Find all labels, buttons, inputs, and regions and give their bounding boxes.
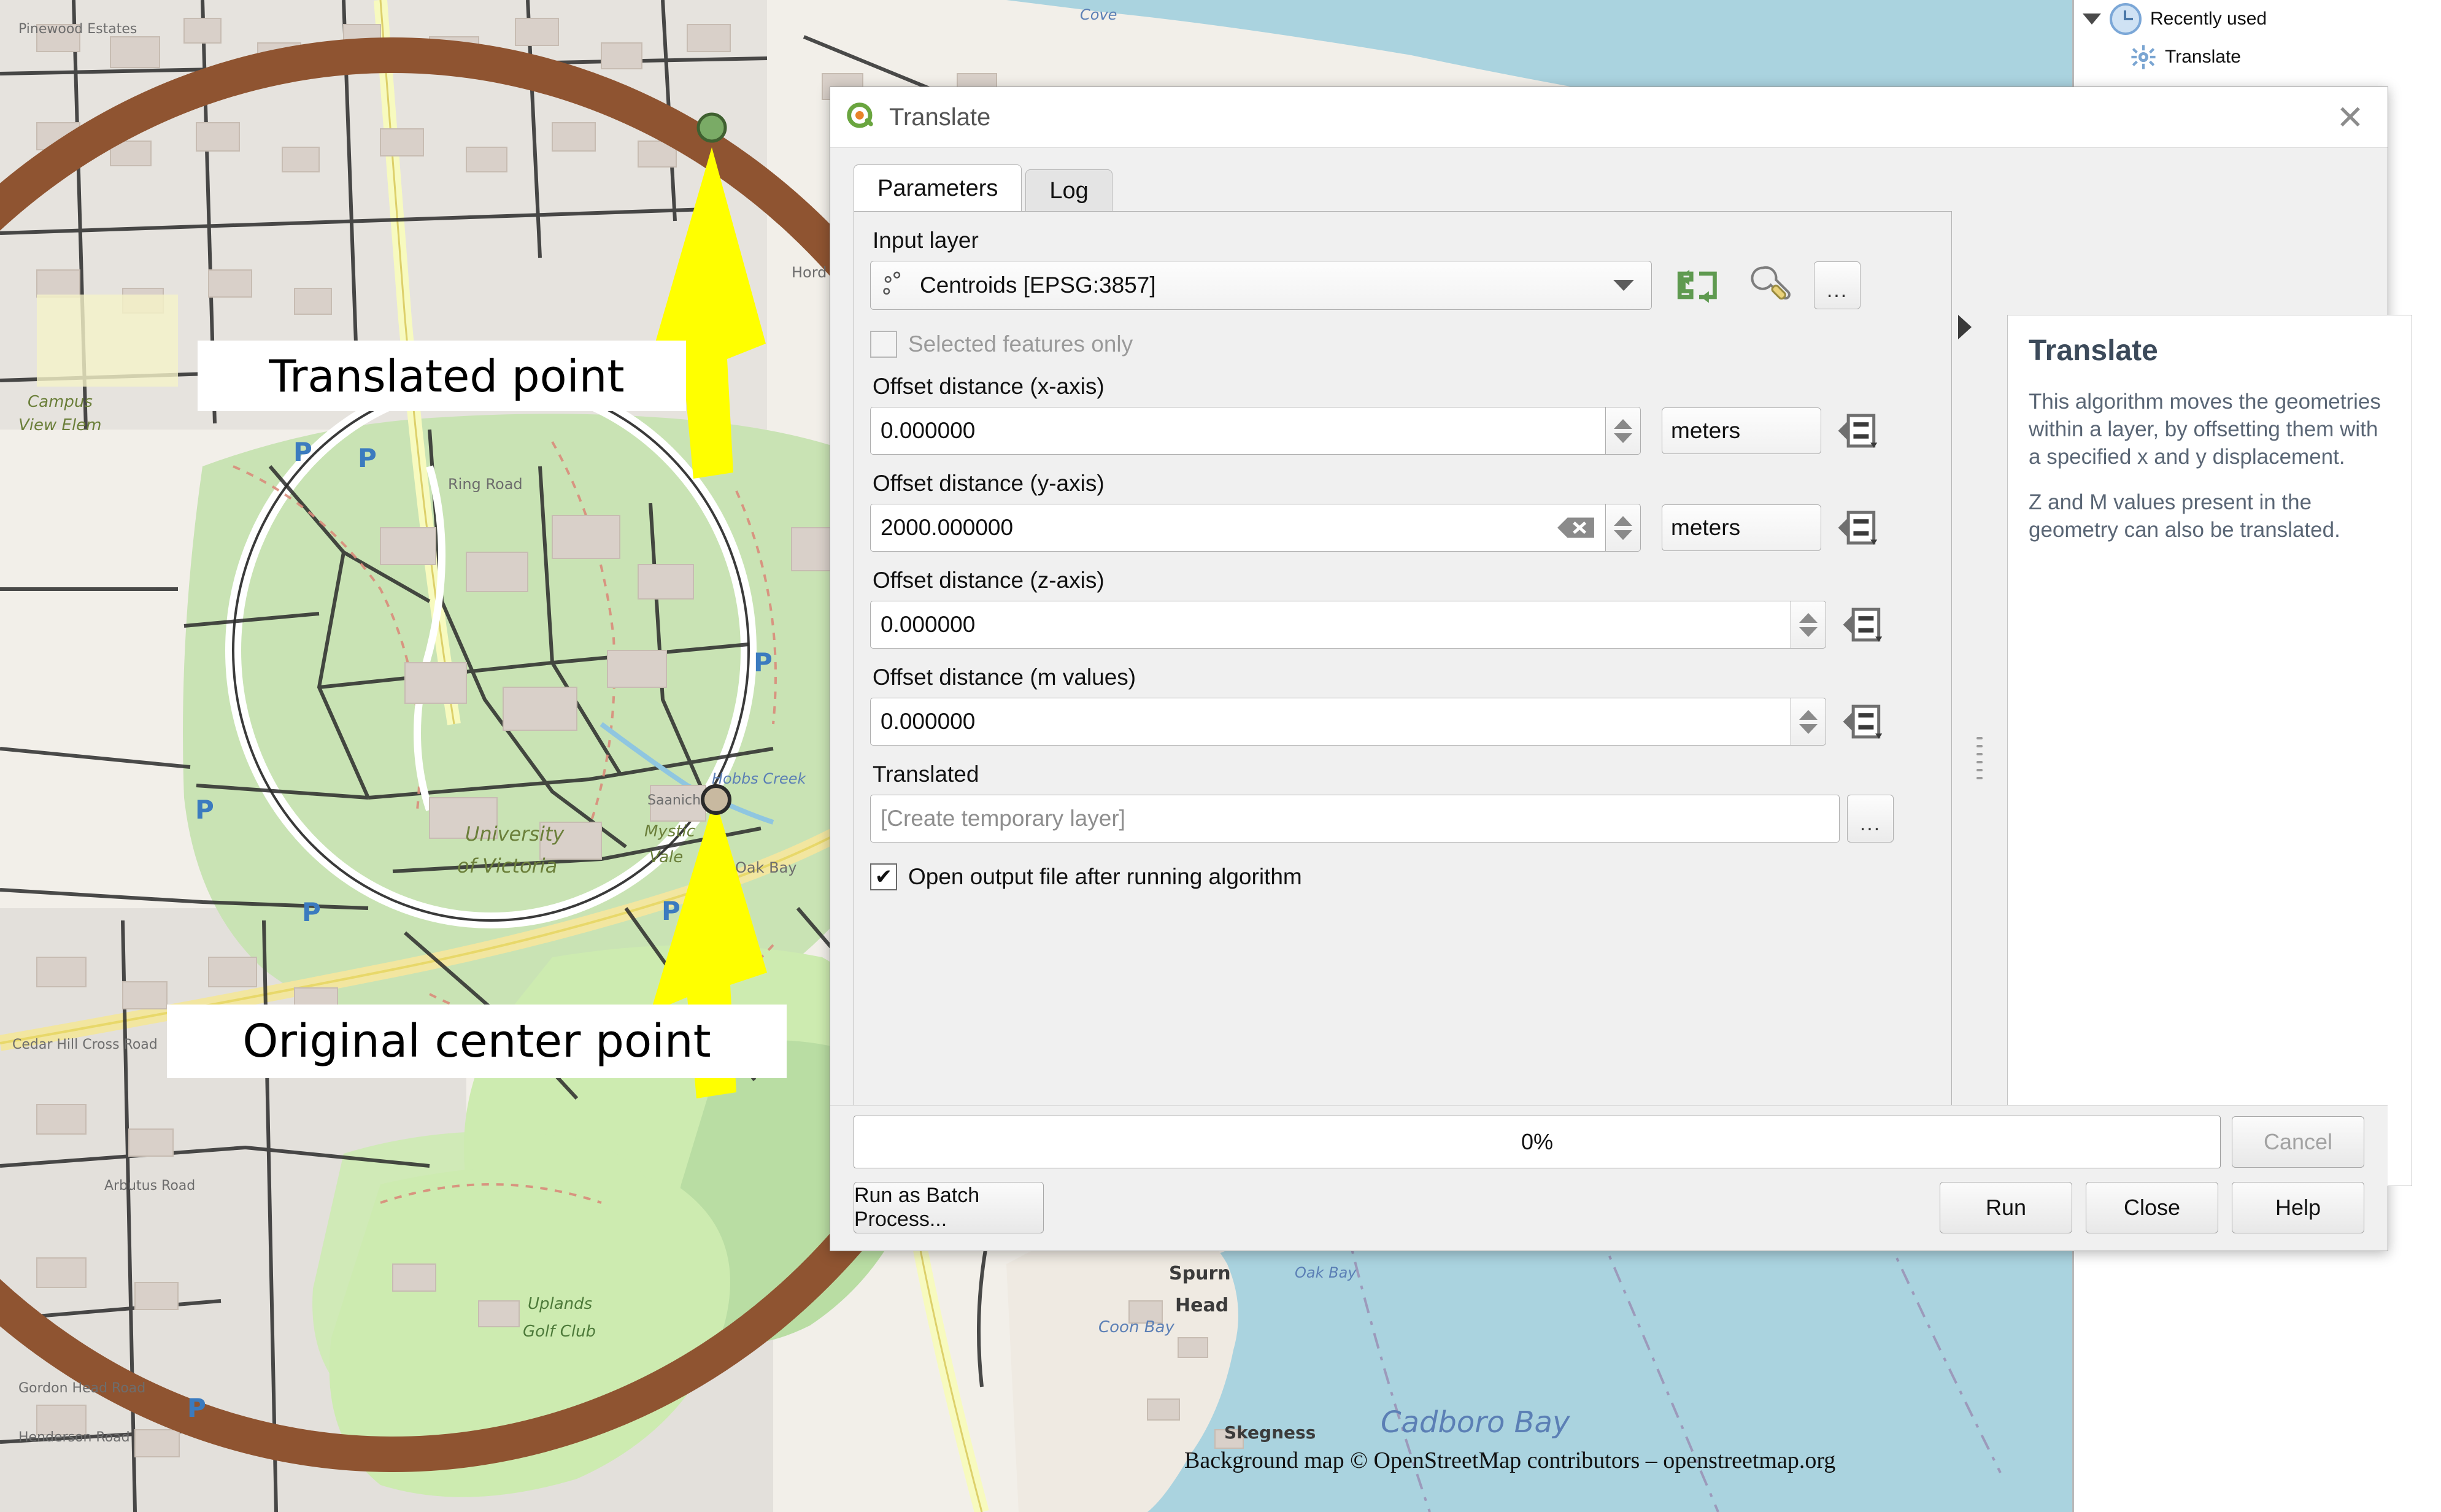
dialog-titlebar: Translate ✕ bbox=[830, 87, 2388, 148]
offset-x-stepper[interactable] bbox=[1605, 407, 1641, 455]
offset-m-row: 0.000000 bbox=[870, 698, 1933, 746]
offset-m-label: Offset distance (m values) bbox=[873, 665, 1933, 690]
original-point-marker bbox=[703, 786, 730, 813]
offset-x-unit-value: meters bbox=[1671, 418, 1812, 444]
translated-point-marker bbox=[698, 114, 725, 141]
open-output-row[interactable]: ✔ Open output file after running algorit… bbox=[870, 863, 1933, 890]
offset-x-unit-combo[interactable]: meters bbox=[1662, 407, 1821, 454]
offset-z-input[interactable]: 0.000000 bbox=[870, 601, 1791, 649]
parameters-pane: Parameters Log Input layer Centroids [EP… bbox=[830, 148, 1952, 1167]
input-layer-row: Centroids [EPSG:3857] ... bbox=[870, 261, 1933, 310]
offset-y-stepper[interactable] bbox=[1605, 504, 1641, 552]
description-paragraph-2: Z and M values present in the geometry c… bbox=[2029, 489, 2391, 544]
translate-dialog[interactable]: Translate ✕ Parameters Log Input layer bbox=[830, 87, 2388, 1251]
offset-z-row: 0.000000 bbox=[870, 601, 1933, 649]
offset-y-unit-value: meters bbox=[1671, 515, 1812, 541]
refresh-icon[interactable] bbox=[1673, 264, 1726, 307]
collapse-panel-icon[interactable] bbox=[1958, 315, 1972, 339]
input-layer-browse-button[interactable]: ... bbox=[1814, 261, 1861, 309]
close-button[interactable]: Close bbox=[2086, 1182, 2218, 1233]
offset-m-stepper[interactable] bbox=[1791, 698, 1826, 746]
toolbox-item-translate[interactable]: Translate bbox=[2074, 38, 2441, 76]
clear-icon[interactable] bbox=[1557, 514, 1595, 541]
selected-features-row[interactable]: Selected features only bbox=[870, 331, 1933, 358]
chevron-down-icon[interactable] bbox=[2083, 14, 2101, 25]
input-layer-combo[interactable]: Centroids [EPSG:3857] bbox=[870, 261, 1652, 310]
offset-m-input[interactable]: 0.000000 bbox=[870, 698, 1791, 746]
help-button[interactable]: Help bbox=[2232, 1182, 2364, 1233]
progress-bar: 0% bbox=[854, 1116, 2221, 1168]
qgis-logo-icon bbox=[846, 102, 877, 133]
run-as-batch-process-button[interactable]: Run as Batch Process... bbox=[854, 1182, 1044, 1233]
clock-icon bbox=[2110, 3, 2142, 35]
offset-y-value: 2000.000000 bbox=[881, 515, 1013, 541]
gear-icon bbox=[2131, 44, 2156, 70]
selected-features-label: Selected features only bbox=[908, 331, 1133, 357]
offset-x-row: 0.000000 meters bbox=[870, 407, 1933, 455]
wrench-icon[interactable] bbox=[1744, 263, 1795, 308]
offset-y-row: 2000.000000 meters bbox=[870, 504, 1933, 552]
input-layer-value: Centroids [EPSG:3857] bbox=[920, 272, 1613, 298]
parameters-form: Input layer Centroids [EPSG:3857] bbox=[854, 212, 1952, 1113]
translated-output-browse-button[interactable]: ... bbox=[1847, 795, 1894, 843]
offset-z-stepper[interactable] bbox=[1791, 601, 1826, 649]
offset-y-input[interactable]: 2000.000000 bbox=[870, 504, 1605, 552]
annotation-translated-point: Translated point bbox=[198, 341, 686, 411]
dialog-body: Parameters Log Input layer Centroids [EP… bbox=[830, 148, 2388, 1167]
open-output-checkbox[interactable]: ✔ bbox=[870, 863, 897, 890]
tab-parameters[interactable]: Parameters bbox=[854, 164, 1022, 212]
translated-output-label: Translated bbox=[873, 762, 1933, 787]
toolbox-group-recently-used[interactable]: Recently used bbox=[2074, 0, 2441, 38]
offset-y-unit-combo[interactable]: meters bbox=[1662, 504, 1821, 551]
data-defined-override-icon[interactable] bbox=[1835, 410, 1879, 452]
selected-features-checkbox[interactable] bbox=[870, 331, 897, 358]
tab-log[interactable]: Log bbox=[1025, 169, 1112, 212]
map-attribution: Background map © OpenStreetMap contribut… bbox=[1184, 1447, 1835, 1474]
description-paragraph-1: This algorithm moves the geometries with… bbox=[2029, 388, 2391, 471]
annotation-original-center-point: Original center point bbox=[167, 1005, 787, 1078]
dialog-tabs[interactable]: Parameters Log bbox=[854, 164, 1952, 212]
offset-x-input[interactable]: 0.000000 bbox=[870, 407, 1605, 455]
cancel-button[interactable]: Cancel bbox=[2232, 1116, 2364, 1168]
translated-output-input[interactable]: [Create temporary layer] bbox=[870, 795, 1840, 843]
run-button[interactable]: Run bbox=[1940, 1182, 2072, 1233]
toolbox-item-label: Translate bbox=[2165, 47, 2241, 68]
offset-z-label: Offset distance (z-axis) bbox=[873, 568, 1933, 593]
dialog-title: Translate bbox=[889, 104, 990, 131]
offset-x-label: Offset distance (x-axis) bbox=[873, 374, 1933, 399]
description-title: Translate bbox=[2029, 334, 2391, 368]
translated-output-placeholder: [Create temporary layer] bbox=[881, 806, 1125, 831]
translated-output-row: [Create temporary layer] ... bbox=[870, 795, 1933, 843]
algorithm-description-panel: Translate This algorithm moves the geome… bbox=[2007, 315, 2412, 1186]
data-defined-override-icon-4[interactable] bbox=[1840, 701, 1884, 742]
point-layer-icon bbox=[881, 271, 916, 300]
data-defined-override-icon-3[interactable] bbox=[1840, 604, 1884, 646]
button-row: Run as Batch Process... Run Close Help bbox=[830, 1168, 2388, 1233]
close-icon[interactable]: ✕ bbox=[2329, 96, 2372, 139]
toolbox-group-label: Recently used bbox=[2150, 9, 2267, 29]
input-layer-label: Input layer bbox=[873, 228, 1933, 253]
dialog-bottom-bar: 0% Cancel Run as Batch Process... Run Cl… bbox=[830, 1105, 2388, 1251]
offset-y-label: Offset distance (y-axis) bbox=[873, 471, 1933, 496]
progress-row: 0% Cancel bbox=[830, 1106, 2388, 1168]
data-defined-override-icon-2[interactable] bbox=[1835, 507, 1879, 549]
chevron-down-icon[interactable] bbox=[1613, 280, 1634, 291]
splitter-handle[interactable] bbox=[1976, 737, 1983, 804]
open-output-label: Open output file after running algorithm bbox=[908, 864, 1302, 890]
